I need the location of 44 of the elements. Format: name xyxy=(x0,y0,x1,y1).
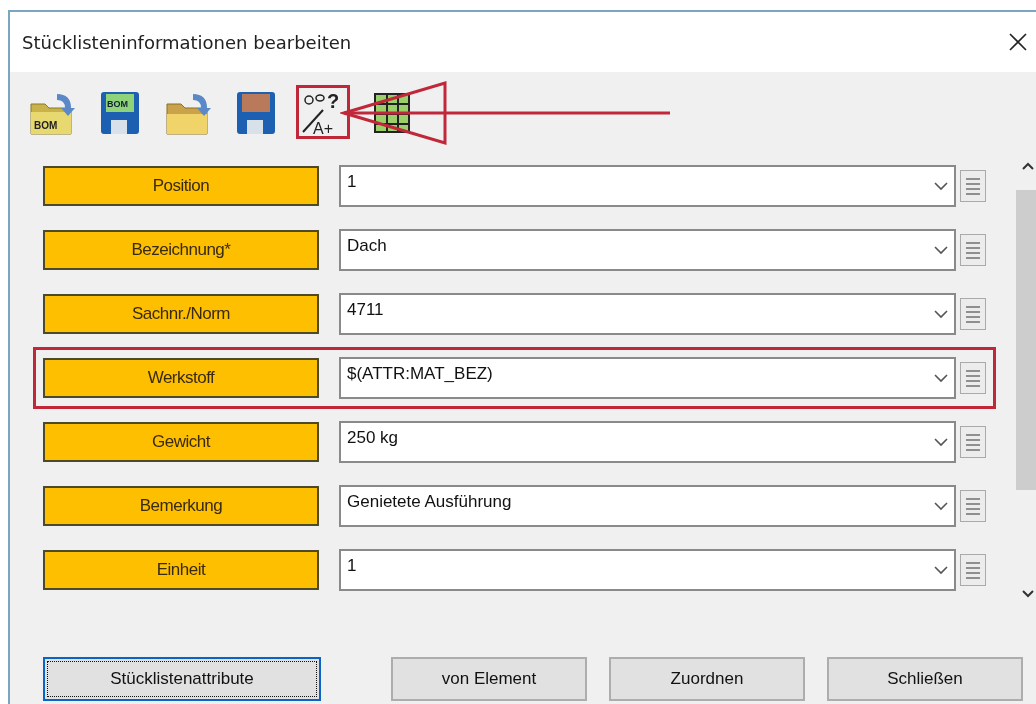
chevron-down-icon[interactable] xyxy=(934,437,948,447)
menu-button[interactable] xyxy=(960,298,986,330)
window-title: Stücklisteninformationen bearbeiten xyxy=(22,30,352,55)
menu-button[interactable] xyxy=(960,362,986,394)
dialog-button[interactable]: Stücklistenattribute xyxy=(43,657,321,701)
menu-button[interactable] xyxy=(960,490,986,522)
menu-icon xyxy=(965,241,981,259)
chevron-down-icon[interactable] xyxy=(934,373,948,383)
field-label-button[interactable]: Bemerkung xyxy=(43,486,319,526)
chevron-down-icon[interactable] xyxy=(934,501,948,511)
combo-field[interactable]: 250 kg xyxy=(339,421,956,463)
field-label-button[interactable]: Position xyxy=(43,166,319,206)
menu-button[interactable] xyxy=(960,170,986,202)
combo-field[interactable]: Dach xyxy=(339,229,956,271)
menu-icon xyxy=(965,177,981,195)
combo-field[interactable]: 1 xyxy=(339,165,956,207)
field-label-button[interactable]: Werkstoff xyxy=(43,358,319,398)
menu-icon xyxy=(965,433,981,451)
chevron-down-icon[interactable] xyxy=(934,245,948,255)
chevron-down-icon[interactable] xyxy=(934,565,948,575)
dialog-button[interactable]: Zuordnen xyxy=(609,657,805,701)
scroll-up-icon[interactable] xyxy=(1022,162,1034,170)
menu-button[interactable] xyxy=(960,554,986,586)
menu-icon xyxy=(965,305,981,323)
chevron-down-icon[interactable] xyxy=(934,181,948,191)
field-label-button[interactable]: Bezeichnung* xyxy=(43,230,319,270)
field-label-button[interactable]: Gewicht xyxy=(43,422,319,462)
scrollbar-thumb[interactable] xyxy=(1016,190,1036,490)
field-label-button[interactable]: Sachnr./Norm xyxy=(43,294,319,334)
field-label-button[interactable]: Einheit xyxy=(43,550,319,590)
chevron-down-icon[interactable] xyxy=(934,309,948,319)
menu-button[interactable] xyxy=(960,234,986,266)
dialog-button[interactable]: Schließen xyxy=(827,657,1023,701)
combo-field[interactable]: Genietete Ausführung xyxy=(339,485,956,527)
menu-button[interactable] xyxy=(960,426,986,458)
menu-icon xyxy=(965,561,981,579)
menu-icon xyxy=(965,369,981,387)
scroll-down-icon[interactable] xyxy=(1022,590,1034,598)
menu-icon xyxy=(965,497,981,515)
close-icon[interactable] xyxy=(1008,32,1028,52)
combo-field[interactable]: 1 xyxy=(339,549,956,591)
combo-field[interactable]: 4711 xyxy=(339,293,956,335)
combo-field[interactable]: $(ATTR:MAT_BEZ) xyxy=(339,357,956,399)
dialog-button[interactable]: von Element xyxy=(391,657,587,701)
